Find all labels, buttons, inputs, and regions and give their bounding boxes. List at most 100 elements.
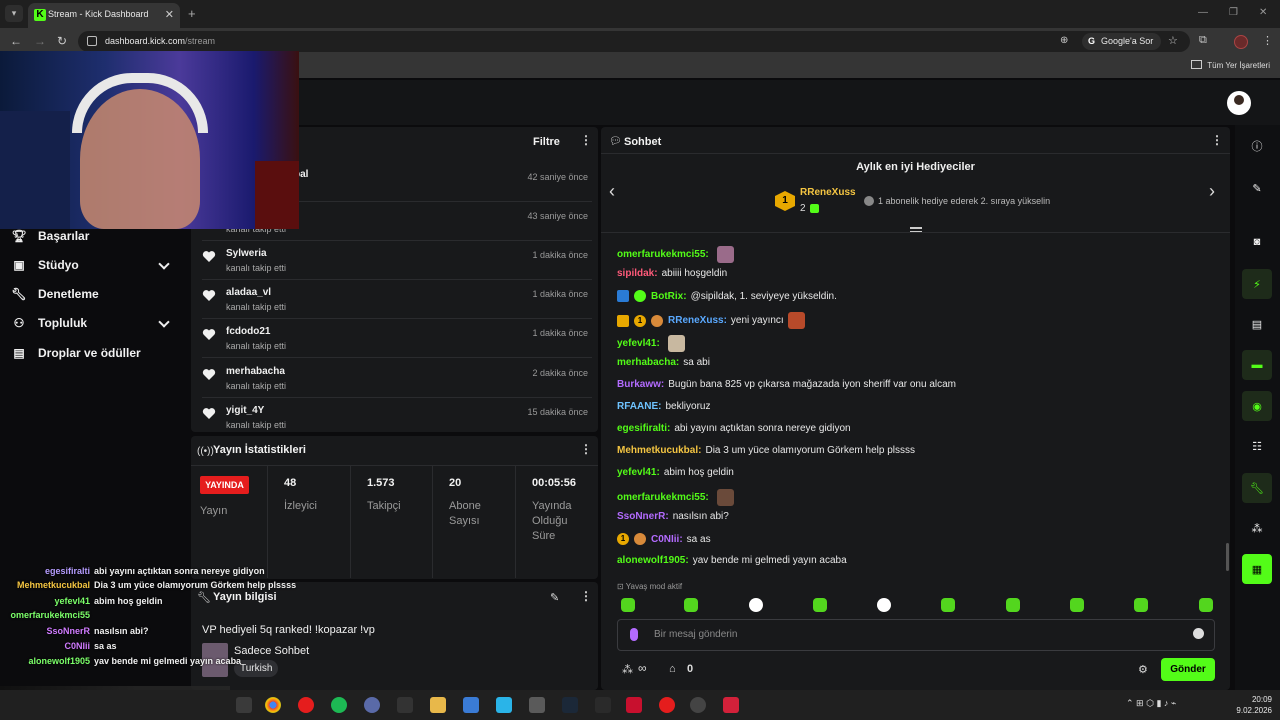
follower-name[interactable]: Sylweria — [226, 248, 267, 259]
chat-settings-icon[interactable]: ⚙ — [1138, 663, 1148, 676]
chat-input[interactable]: Bir mesaj gönderin — [617, 619, 1215, 651]
file-explorer-icon[interactable] — [430, 697, 446, 713]
send-button[interactable]: Gönder — [1161, 658, 1215, 681]
prev-gifter-icon[interactable]: ‹ — [609, 181, 615, 202]
emote-8[interactable] — [1070, 598, 1084, 612]
tab-search-dropdown[interactable]: ▾ — [5, 5, 23, 22]
epic-icon[interactable] — [595, 697, 611, 713]
filter-button[interactable]: Filtre — [533, 136, 560, 148]
back-icon[interactable]: ← — [10, 34, 22, 48]
bookmark-star-icon[interactable]: ☆ — [1168, 34, 1178, 47]
spotify-icon[interactable] — [331, 697, 347, 713]
nav-item-achievements[interactable]: 🏆︎ Başarılar — [11, 226, 89, 246]
calculator-icon[interactable] — [529, 697, 545, 713]
clip-icon[interactable]: ▦ — [1242, 554, 1272, 584]
follower-name[interactable]: merhabacha — [226, 366, 285, 377]
site-info-icon[interactable] — [87, 36, 97, 46]
chat-scrollbar[interactable] — [1226, 543, 1229, 571]
clock[interactable]: 20:09 9.02.2026 — [1236, 694, 1272, 716]
reload-icon[interactable]: ↻ — [57, 34, 67, 48]
all-bookmarks-button[interactable]: Tüm Yer İşaretleri — [1191, 60, 1270, 70]
next-gifter-icon[interactable]: › — [1209, 181, 1215, 202]
tab-close-icon[interactable]: ✕ — [165, 8, 174, 21]
chat-username[interactable]: merhabacha: — [617, 357, 679, 368]
emote-3[interactable] — [749, 598, 763, 612]
zoom-icon[interactable]: ⊕ — [1060, 35, 1068, 46]
community-icon[interactable]: ⁂ — [1242, 513, 1272, 543]
tray-icons[interactable]: ⌃ ⊞ ⬡ ▮ ♪ ⌁ — [1126, 698, 1176, 709]
chat-username[interactable]: yefevl41: — [617, 467, 660, 478]
top-gifter-name[interactable]: RReneXuss — [800, 187, 856, 198]
store-icon[interactable]: ⌂ — [669, 663, 676, 675]
window-close-button[interactable]: ✕ — [1259, 7, 1267, 18]
emote-10[interactable] — [1199, 598, 1213, 612]
layout-icon[interactable]: ☷ — [1242, 431, 1272, 461]
chat-username[interactable]: RReneXuss: — [668, 315, 727, 326]
pencil-icon[interactable]: ✎ — [1242, 173, 1272, 203]
nav-item-drops[interactable]: ▤ Droplar ve ödüller — [12, 343, 140, 363]
maximize-button[interactable]: ❐ — [1229, 7, 1238, 18]
info-icon[interactable]: ⓘ — [1242, 131, 1272, 161]
chat-username[interactable]: Burkaww: — [617, 379, 664, 390]
opera-icon[interactable] — [298, 697, 314, 713]
chat-toggle-icon[interactable]: ▬ — [1242, 350, 1272, 380]
steam-icon[interactable] — [562, 697, 578, 713]
chat-username[interactable]: yefevl41: — [617, 338, 660, 349]
moderation-tools-icon[interactable]: 🔧︎ — [1242, 473, 1272, 503]
chat-username[interactable]: C0NIii: — [651, 534, 683, 545]
nav-item-community[interactable]: ⚇ Topluluk — [12, 313, 88, 333]
nav-item-studio[interactable]: ▣ Stüdyo — [12, 255, 78, 275]
emote-6[interactable] — [941, 598, 955, 612]
chat-username[interactable]: SsoNnerR: — [617, 511, 669, 522]
google-ask-button[interactable]: Google'a Sor — [1082, 33, 1162, 50]
extensions-icon[interactable]: ⧉ — [1199, 34, 1207, 47]
follower-name[interactable]: fcdodo21 — [226, 326, 270, 337]
broadcast-toggle-icon[interactable]: ◉ — [1242, 391, 1272, 421]
notes-icon[interactable]: ▤ — [1242, 309, 1272, 339]
chat-username[interactable]: Mehmetkucukbal: — [617, 445, 701, 456]
info-more-icon[interactable]: ⋮ — [580, 590, 592, 602]
emote-7[interactable] — [1006, 598, 1020, 612]
emote-9[interactable] — [1134, 598, 1148, 612]
stats-more-icon[interactable]: ⋮ — [580, 443, 592, 455]
chat-more-icon[interactable]: ⋮ — [1211, 134, 1223, 146]
camera-icon[interactable]: ◙ — [1242, 227, 1272, 257]
new-tab-button[interactable]: + — [188, 6, 196, 21]
follower-name[interactable]: yigit_4Y — [226, 405, 264, 416]
app-icon[interactable] — [626, 697, 642, 713]
app-icon[interactable] — [397, 697, 413, 713]
chat-username[interactable]: egesifiralti: — [617, 423, 670, 434]
opera-gx-icon[interactable] — [659, 697, 675, 713]
url-field[interactable]: dashboard.kick.com/stream ⊕ Google'a Sor… — [78, 31, 1190, 52]
obs-icon[interactable] — [690, 697, 706, 713]
chat-username[interactable]: BotRix: — [651, 291, 687, 302]
emote-4[interactable] — [813, 598, 827, 612]
nav-item-moderation[interactable]: 🔧︎ Denetleme — [11, 284, 98, 304]
lightning-icon[interactable]: ⚡︎ — [1242, 269, 1272, 299]
user-avatar[interactable] — [1227, 91, 1251, 115]
browser-tab[interactable]: K Stream - Kick Dashboard ✕ — [28, 3, 180, 28]
profile-avatar[interactable] — [1234, 35, 1248, 49]
chat-username[interactable]: omerfarukekmci55: — [617, 492, 709, 503]
valorant-icon[interactable] — [723, 697, 739, 713]
chat-username[interactable]: sipildak: — [617, 268, 658, 279]
edit-icon[interactable]: ✎ — [550, 591, 559, 604]
follower-name[interactable]: aladaa_vl — [226, 287, 271, 298]
minimize-button[interactable]: — — [1198, 7, 1208, 18]
chrome-icon[interactable] — [265, 697, 281, 713]
app-icon[interactable] — [496, 697, 512, 713]
app-icon[interactable] — [364, 697, 380, 713]
emote-1[interactable] — [621, 598, 635, 612]
emoji-icon[interactable] — [1193, 628, 1204, 639]
taskview-icon[interactable] — [236, 697, 252, 713]
activity-more-icon[interactable]: ⋮ — [580, 134, 592, 146]
forward-icon[interactable]: → — [34, 34, 46, 48]
chat-username[interactable]: alonewolf1905: — [617, 555, 689, 566]
browser-menu-icon[interactable]: ⋮ — [1262, 34, 1273, 47]
microphone-icon[interactable] — [630, 628, 638, 641]
chat-username[interactable]: RFAANE: — [617, 401, 661, 412]
chat-username[interactable]: omerfarukekmci55: — [617, 249, 709, 260]
mail-icon[interactable] — [463, 697, 479, 713]
emote-5[interactable] — [877, 598, 891, 612]
emote-2[interactable] — [684, 598, 698, 612]
